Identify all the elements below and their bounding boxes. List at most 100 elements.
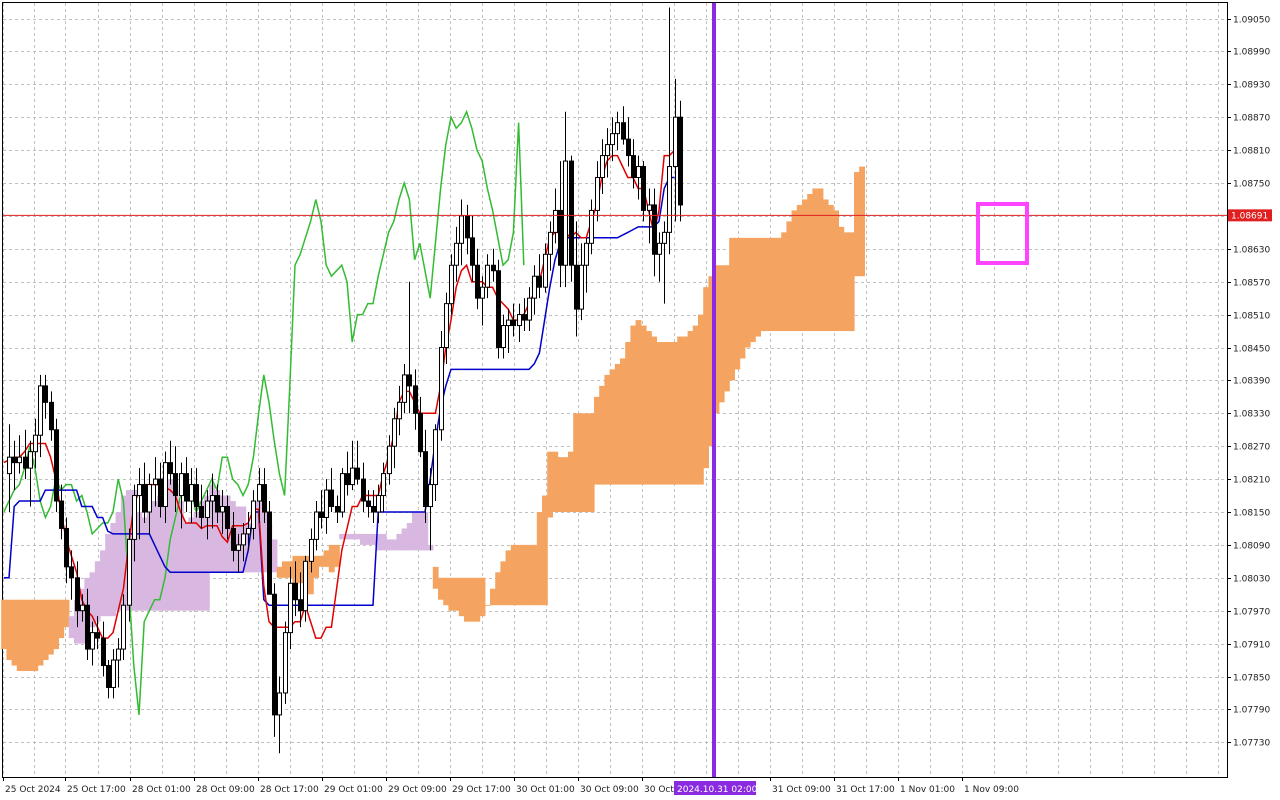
cloud-segment bbox=[547, 451, 553, 518]
ichimoku-candlestick-chart[interactable]: 1.09050 1.08990 1.08930 1.08870 1.08810 1.087… bbox=[0, 0, 1280, 800]
candle-body bbox=[335, 506, 340, 513]
y-tick-label: 1.08450 bbox=[1233, 345, 1270, 355]
y-tick-label: 1.08030 bbox=[1233, 575, 1270, 585]
cloud-segment bbox=[656, 342, 663, 485]
candle-body bbox=[615, 122, 620, 135]
candle-body bbox=[205, 500, 210, 518]
cloud-segment bbox=[448, 577, 455, 611]
price-axis[interactable]: 1.09050 1.08990 1.08930 1.08870 1.08810 1.087… bbox=[1227, 3, 1270, 777]
cloud-segment bbox=[396, 533, 403, 551]
cloud-segment bbox=[412, 512, 418, 551]
candle-body bbox=[12, 456, 17, 464]
cloud-segment bbox=[640, 325, 647, 485]
candle-body bbox=[158, 478, 163, 508]
candle-body bbox=[579, 264, 584, 310]
candle-body bbox=[262, 484, 267, 513]
cloud-segment bbox=[505, 550, 512, 606]
cloud-segment bbox=[760, 237, 767, 332]
cloud-segment bbox=[360, 533, 366, 545]
cloud-segment bbox=[349, 533, 356, 540]
candle-body bbox=[23, 456, 28, 469]
cloud-segment bbox=[744, 237, 751, 348]
y-tick-label: 1.08090 bbox=[1233, 542, 1270, 552]
x-tick-label: 28 Oct 17:00 bbox=[260, 785, 319, 795]
cloud-segment bbox=[500, 561, 507, 606]
candle-body bbox=[470, 237, 475, 266]
candle-body bbox=[621, 122, 626, 140]
cloud-segment bbox=[791, 210, 798, 332]
candle-body bbox=[491, 264, 496, 272]
cloud-segment bbox=[16, 599, 23, 672]
candle-body bbox=[314, 511, 319, 540]
cloud-segment bbox=[484, 605, 491, 607]
y-tick-label: 1.08750 bbox=[1233, 180, 1270, 190]
cloud-segment bbox=[458, 577, 465, 617]
candle-body bbox=[38, 385, 43, 436]
cloud-segment bbox=[625, 342, 631, 485]
cloud-segment bbox=[63, 599, 70, 628]
cloud-segment bbox=[183, 522, 189, 611]
cloud-segment bbox=[739, 237, 746, 359]
cloud-segment bbox=[620, 358, 626, 485]
cloud-segment bbox=[796, 204, 803, 332]
cloud-segment bbox=[562, 457, 569, 512]
candle-body bbox=[199, 506, 204, 518]
cloud-segment bbox=[609, 369, 616, 485]
cloud-segment bbox=[630, 325, 637, 485]
candle-body bbox=[288, 582, 293, 634]
candle-body bbox=[496, 270, 501, 349]
candle-body bbox=[59, 500, 64, 529]
y-tick-label: 1.08630 bbox=[1233, 246, 1270, 256]
candle-body bbox=[678, 116, 683, 206]
cloud-segment bbox=[115, 512, 122, 611]
cloud-segment bbox=[614, 363, 621, 485]
candle-body bbox=[355, 467, 360, 480]
candle-body bbox=[558, 209, 563, 266]
cloud-segment bbox=[188, 517, 195, 611]
cloud-segment bbox=[401, 528, 408, 551]
candle-body bbox=[111, 659, 116, 688]
candle-body bbox=[569, 160, 574, 266]
candle-body bbox=[132, 495, 137, 540]
candle-body bbox=[95, 632, 100, 639]
x-tick-label: 31 Oct 09:00 bbox=[772, 785, 831, 795]
cloud-segment bbox=[838, 226, 845, 332]
cloud-segment bbox=[573, 413, 579, 512]
cloud-segment bbox=[490, 588, 496, 606]
candle-body bbox=[423, 451, 428, 508]
y-tick-label: 1.07970 bbox=[1233, 608, 1270, 618]
candle-body bbox=[215, 495, 220, 513]
candle-body bbox=[194, 484, 199, 508]
cloud-segment bbox=[557, 457, 564, 512]
candle-body bbox=[121, 604, 126, 650]
candle-body bbox=[277, 692, 282, 716]
cloud-segment bbox=[354, 533, 361, 540]
candle-body bbox=[371, 506, 376, 513]
candle-body bbox=[184, 473, 189, 502]
candle-body bbox=[584, 242, 589, 266]
time-axis[interactable]: 25 Oct 2024 25 Oct 17:00 28 Oct 01:00 28 Oc… bbox=[3, 777, 1227, 795]
cloud-segment bbox=[495, 572, 501, 606]
candle-body bbox=[459, 215, 464, 244]
candle-body bbox=[101, 637, 106, 667]
cloud-segment bbox=[386, 539, 392, 551]
cloud-segment bbox=[786, 221, 793, 332]
candle-body bbox=[407, 374, 412, 387]
candle-body bbox=[267, 511, 272, 595]
cloud-segment bbox=[27, 599, 33, 672]
x-tick-label: 29 Oct 09:00 bbox=[388, 785, 447, 795]
candle-body bbox=[309, 538, 314, 562]
cloud-segment bbox=[750, 237, 756, 343]
candle-body bbox=[173, 473, 178, 497]
cloud-segment bbox=[22, 599, 28, 672]
cloud-segment bbox=[578, 413, 585, 512]
cloud-segment bbox=[53, 599, 59, 650]
cloud-segment bbox=[692, 325, 699, 485]
candle-body bbox=[7, 456, 12, 475]
cloud-segment bbox=[510, 544, 517, 606]
cloud-segment bbox=[474, 577, 481, 622]
candle-body bbox=[49, 401, 54, 431]
candle-body bbox=[392, 418, 397, 447]
cloud-segment bbox=[765, 237, 772, 332]
cloud-segment bbox=[724, 265, 730, 392]
